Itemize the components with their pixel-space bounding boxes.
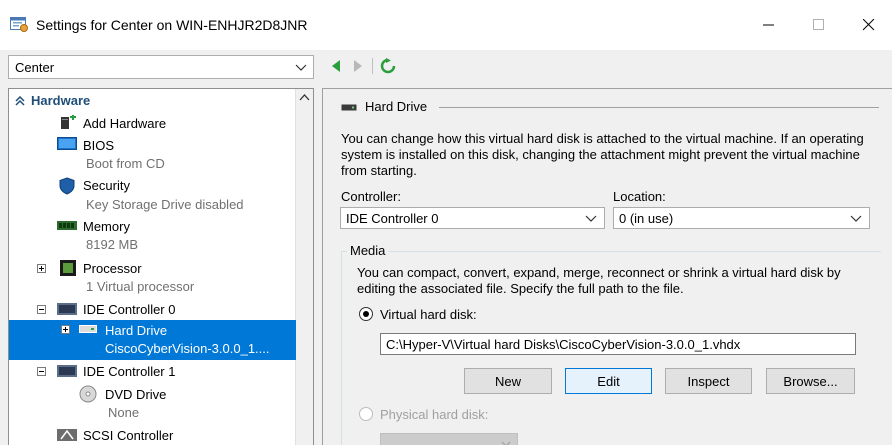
- vhd-path-value: C:\Hyper-V\Virtual hard Disks\CiscoCyber…: [386, 337, 741, 352]
- tree-item-label: SCSI Controller: [83, 428, 174, 443]
- tree-item-memory[interactable]: Memory 8192 MB: [9, 217, 296, 255]
- processor-icon: [60, 260, 76, 276]
- chevron-down-icon: [295, 64, 307, 71]
- chevron-down-icon: [501, 441, 511, 445]
- tree-item-sub: Boot from CD: [86, 156, 165, 171]
- tree-section-label: Hardware: [31, 93, 91, 108]
- collapse-icon[interactable]: [37, 367, 46, 376]
- media-group-label: Media: [347, 243, 389, 258]
- collapse-section-icon[interactable]: [15, 96, 25, 106]
- heading-rule: [439, 107, 879, 108]
- physical-hard-disk-label: Physical hard disk:: [380, 407, 489, 422]
- close-icon: [863, 19, 875, 31]
- virtual-hard-disk-label: Virtual hard disk:: [380, 307, 477, 322]
- tree-item-dvd-drive[interactable]: DVD Drive None: [9, 384, 296, 422]
- chevron-down-icon: [585, 215, 597, 222]
- controller-value: IDE Controller 0: [346, 211, 439, 226]
- add-hardware-icon: [61, 115, 76, 129]
- scroll-up-icon[interactable]: [299, 93, 310, 101]
- maximize-icon: [813, 19, 824, 30]
- vm-select-dropdown[interactable]: Center: [8, 55, 314, 79]
- tree-item-add-hardware[interactable]: Add Hardware: [9, 114, 296, 134]
- tree-item-sub: 1 Virtual processor: [86, 279, 195, 294]
- new-button[interactable]: New: [464, 368, 552, 394]
- chevron-down-icon: [850, 215, 862, 222]
- tree-item-label: DVD Drive: [105, 387, 167, 402]
- tree-item-sub: 8192 MB: [86, 237, 139, 252]
- collapse-icon[interactable]: [37, 305, 46, 314]
- close-button[interactable]: [846, 10, 892, 40]
- bios-icon: [57, 137, 77, 150]
- tree-item-sub: CiscoCyberVision-3.0.0_1....: [105, 341, 270, 356]
- tree-item-scsi-controller[interactable]: SCSI Controller: [9, 426, 296, 445]
- tree-item-sub: Key Storage Drive disabled: [86, 197, 244, 212]
- location-dropdown[interactable]: 0 (in use): [613, 207, 870, 229]
- tree-item-label: Memory: [83, 219, 130, 234]
- tree-item-processor[interactable]: Processor 1 Virtual processor: [9, 259, 296, 297]
- title-bar: Settings for Center on WIN-ENHJR2D8JNR: [0, 0, 892, 50]
- minimize-button[interactable]: [746, 10, 792, 40]
- ide-controller-icon: [57, 303, 77, 315]
- ide-controller-icon: [57, 365, 77, 377]
- toolbar-separator: [372, 58, 373, 74]
- previous-vm-button[interactable]: [330, 58, 342, 74]
- browse-button[interactable]: Browse...: [766, 368, 855, 394]
- hardware-tree[interactable]: Hardware Add Hardware BIOS Boot from CD …: [8, 88, 314, 445]
- settings-app-icon: [10, 17, 28, 32]
- memory-icon: [57, 221, 77, 230]
- tree-item-sub: None: [108, 405, 140, 420]
- tree-item-label: Add Hardware: [83, 116, 167, 131]
- media-description: You can compact, convert, expand, merge,…: [357, 265, 841, 296]
- next-vm-button[interactable]: [352, 58, 364, 74]
- vm-select-value: Center: [15, 60, 55, 75]
- tree-item-label: BIOS: [83, 138, 115, 153]
- vhd-path-input[interactable]: C:\Hyper-V\Virtual hard Disks\CiscoCyber…: [380, 333, 856, 355]
- settings-panel: Hard Drive You can change how this virtu…: [322, 88, 892, 445]
- expand-icon[interactable]: [37, 264, 46, 273]
- physical-disk-dropdown[interactable]: [380, 433, 518, 445]
- virtual-hard-disk-radio[interactable]: [359, 307, 373, 321]
- refresh-icon[interactable]: [380, 58, 396, 74]
- tree-scrollbar[interactable]: [295, 89, 313, 445]
- location-label: Location:: [613, 189, 666, 204]
- tree-item-label: IDE Controller 1: [83, 364, 176, 379]
- tree-item-ide-controller-0[interactable]: IDE Controller 0: [9, 300, 296, 320]
- tree-item-label: IDE Controller 0: [83, 302, 176, 317]
- tree-item-label: Security: [83, 178, 130, 193]
- tree-item-label: Processor: [83, 261, 142, 276]
- maximize-button[interactable]: [796, 10, 842, 40]
- controller-dropdown[interactable]: IDE Controller 0: [340, 207, 605, 229]
- tree-item-bios[interactable]: BIOS Boot from CD: [9, 135, 296, 173]
- tree-item-label: Hard Drive: [105, 323, 168, 338]
- tree-section-hardware[interactable]: Hardware: [9, 92, 296, 110]
- dvd-icon: [79, 385, 97, 403]
- minimize-icon: [763, 24, 774, 26]
- hard-drive-icon: [341, 104, 357, 111]
- tree-item-security[interactable]: Security Key Storage Drive disabled: [9, 176, 296, 214]
- location-value: 0 (in use): [619, 211, 674, 226]
- physical-hard-disk-radio[interactable]: [359, 407, 373, 421]
- scsi-controller-icon: [57, 429, 77, 441]
- tree-item-ide-controller-1[interactable]: IDE Controller 1: [9, 362, 296, 382]
- panel-heading: Hard Drive: [365, 99, 428, 114]
- inspect-button[interactable]: Inspect: [665, 368, 752, 394]
- tree-item-hard-drive[interactable]: Hard Drive CiscoCyberVision-3.0.0_1....: [9, 320, 296, 360]
- panel-description: You can change how this virtual hard dis…: [341, 131, 864, 178]
- expand-icon[interactable]: [61, 325, 70, 334]
- edit-button[interactable]: Edit: [565, 368, 652, 394]
- window-title: Settings for Center on WIN-ENHJR2D8JNR: [36, 17, 308, 33]
- shield-icon: [59, 177, 75, 195]
- hard-drive-icon: [79, 325, 97, 333]
- controller-label: Controller:: [341, 189, 401, 204]
